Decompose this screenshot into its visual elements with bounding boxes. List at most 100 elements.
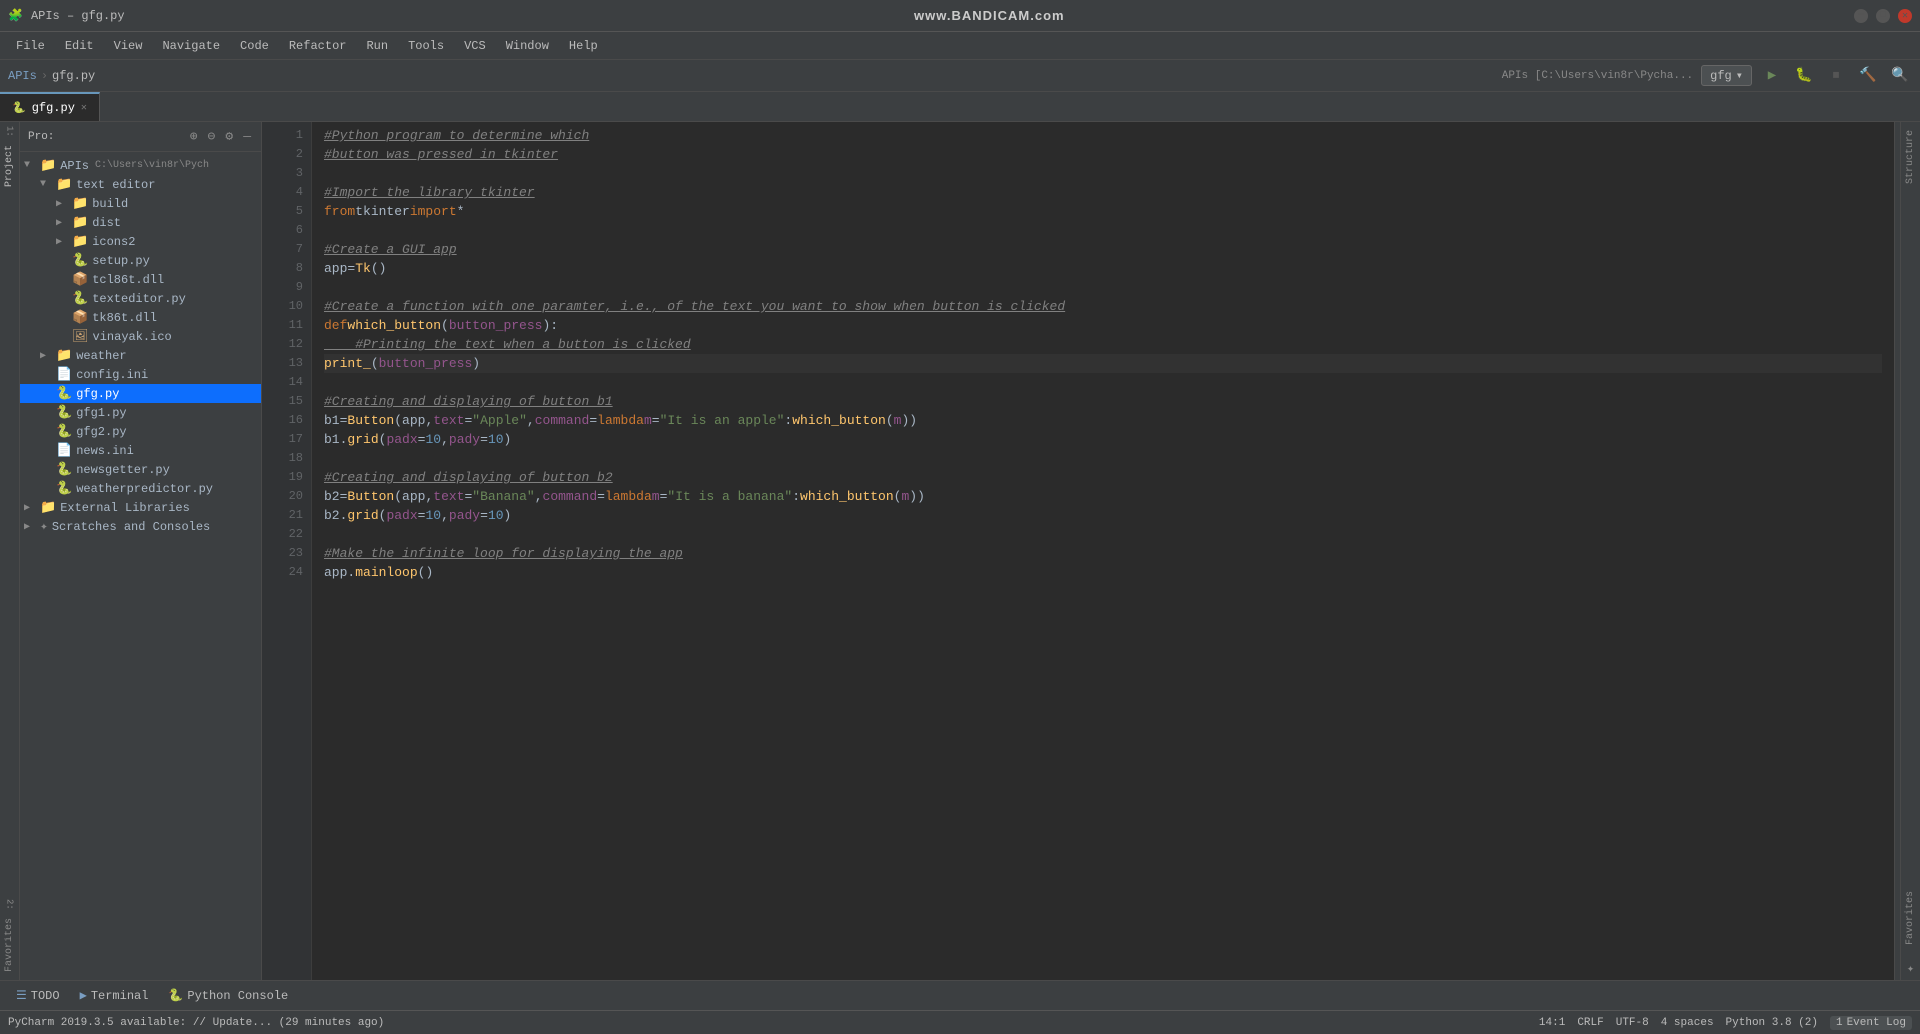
- tree-item-newsgetter-py[interactable]: 🐍newsgetter.py: [20, 460, 261, 479]
- tree-item-gfg-py[interactable]: 🐍gfg.py: [20, 384, 261, 403]
- tree-item-gfg2-py[interactable]: 🐍gfg2.py: [20, 422, 261, 441]
- tree-arrow[interactable]: ▶: [24, 502, 36, 514]
- tree-item-external-libraries[interactable]: ▶📁External Libraries: [20, 498, 261, 517]
- run-config[interactable]: gfg ▾: [1701, 65, 1752, 86]
- tree-file-icon: 📁: [56, 177, 72, 192]
- tree-item-gfg1-py[interactable]: 🐍gfg1.py: [20, 403, 261, 422]
- code-line: b2.grid(padx=10, pady=10): [324, 506, 1882, 525]
- menu-item-window[interactable]: Window: [498, 37, 557, 55]
- maximize-button[interactable]: □: [1876, 9, 1890, 23]
- favorites-tab-num: 2:: [5, 899, 15, 910]
- tree-arrow[interactable]: ▶: [24, 521, 36, 533]
- todo-icon: ☰: [16, 988, 27, 1003]
- menu-item-edit[interactable]: Edit: [57, 37, 102, 55]
- menu-item-tools[interactable]: Tools: [400, 37, 452, 55]
- app-icon: 🧩: [8, 8, 23, 23]
- tree-item-label: texteditor.py: [92, 292, 186, 306]
- terminal-label: Terminal: [91, 989, 149, 1003]
- add-icon[interactable]: ✦: [1907, 961, 1914, 980]
- menu-item-file[interactable]: File: [8, 37, 53, 55]
- menu-item-refactor[interactable]: Refactor: [281, 37, 355, 55]
- menu-item-vcs[interactable]: VCS: [456, 37, 494, 55]
- menu-item-view[interactable]: View: [106, 37, 151, 55]
- tree-item-texteditor-py[interactable]: 🐍texteditor.py: [20, 289, 261, 308]
- tree-item-label: build: [92, 197, 128, 211]
- tab-bar: 🐍 gfg.py ✕: [0, 92, 1920, 122]
- breadcrumb-file[interactable]: gfg.py: [52, 69, 95, 83]
- tree-item-tk86t-dll[interactable]: 📦tk86t.dll: [20, 308, 261, 327]
- line-number: 10: [266, 297, 303, 316]
- stop-button[interactable]: ⏹: [1824, 64, 1848, 88]
- tree-item-vinayak-ico[interactable]: 🖼vinayak.ico: [20, 327, 261, 346]
- tree-arrow[interactable]: ▼: [40, 179, 52, 190]
- tree-file-icon: 📄: [56, 443, 72, 458]
- window-controls: ─ □ ✕: [1854, 9, 1912, 23]
- project-tab-num: 1:: [5, 122, 15, 137]
- structure-tab[interactable]: Structure: [1903, 122, 1918, 192]
- menu-item-help[interactable]: Help: [561, 37, 606, 55]
- event-num: 1: [1836, 1017, 1843, 1029]
- breadcrumb-apis[interactable]: APIs: [8, 69, 37, 83]
- tree-item-icons2[interactable]: ▶📁icons2: [20, 232, 261, 251]
- todo-label: TODO: [31, 989, 60, 1003]
- python-console-tab[interactable]: 🐍 Python Console: [160, 986, 296, 1005]
- tree-file-icon: 📁: [72, 234, 88, 249]
- tree-item-setup-py[interactable]: 🐍setup.py: [20, 251, 261, 270]
- close-button[interactable]: ✕: [1898, 9, 1912, 23]
- code-line: from tkinter import *: [324, 202, 1882, 221]
- tree-item-config-ini[interactable]: 📄config.ini: [20, 365, 261, 384]
- minimize-button[interactable]: ─: [1854, 9, 1868, 23]
- sidebar-settings-icon[interactable]: ⚙: [223, 127, 235, 146]
- tree-arrow[interactable]: ▶: [56, 198, 68, 210]
- build-button[interactable]: 🔨: [1856, 64, 1880, 88]
- tree-item-label: config.ini: [76, 368, 148, 382]
- tree-item-tcl86t-dll[interactable]: 📦tcl86t.dll: [20, 270, 261, 289]
- line-number: 20: [266, 487, 303, 506]
- sidebar-title: Pro:: [28, 131, 182, 143]
- code-line: #Creating and displaying of button b1: [324, 392, 1882, 411]
- code-content[interactable]: #Python_program to determine which#butto…: [312, 122, 1894, 980]
- sidebar-collapse-icon[interactable]: ⊖: [206, 127, 218, 146]
- menu-item-code[interactable]: Code: [232, 37, 277, 55]
- code-line: #Make the infinite loop for displaying t…: [324, 544, 1882, 563]
- menu-item-navigate[interactable]: Navigate: [154, 37, 228, 55]
- favorites-side-tab[interactable]: Favorites: [1903, 883, 1918, 953]
- tree-arrow[interactable]: ▶: [56, 236, 68, 248]
- event-log-button[interactable]: 1 Event Log: [1830, 1016, 1912, 1030]
- line-number: 13: [266, 354, 303, 373]
- code-line: [324, 221, 1882, 240]
- tab-gfg-py[interactable]: 🐍 gfg.py ✕: [0, 92, 100, 121]
- tree-arrow[interactable]: ▼: [24, 160, 36, 171]
- sidebar-sync-icon[interactable]: ⊕: [188, 127, 200, 146]
- encoding: UTF-8: [1616, 1017, 1649, 1029]
- favorites-tab[interactable]: Favorites: [1, 910, 18, 980]
- sidebar-minimize-icon[interactable]: —: [241, 127, 253, 146]
- tree-arrow[interactable]: ▶: [56, 217, 68, 229]
- run-button[interactable]: ▶: [1760, 64, 1784, 88]
- path-label: APIs [C:\Users\vin8r\Pycha...: [1502, 70, 1693, 82]
- debug-button[interactable]: 🐛: [1792, 64, 1816, 88]
- run-config-dropdown-icon[interactable]: ▾: [1736, 68, 1743, 83]
- line-number: 1: [266, 126, 303, 145]
- tree-item-weatherpredictor-py[interactable]: 🐍weatherpredictor.py: [20, 479, 261, 498]
- tab-close-button[interactable]: ✕: [81, 102, 87, 114]
- project-tab[interactable]: Project: [1, 137, 18, 195]
- tree-item-dist[interactable]: ▶📁dist: [20, 213, 261, 232]
- line-number: 12: [266, 335, 303, 354]
- menu-item-run[interactable]: Run: [358, 37, 396, 55]
- tree-item-weather[interactable]: ▶📁weather: [20, 346, 261, 365]
- status-bar: PyCharm 2019.3.5 available: // Update...…: [0, 1010, 1920, 1034]
- terminal-tab[interactable]: ▶ Terminal: [72, 986, 157, 1005]
- tree-item-label: External Libraries: [60, 501, 190, 515]
- code-line: [324, 373, 1882, 392]
- tree-item-apis[interactable]: ▼📁APIsC:\Users\vin8r\Pych: [20, 156, 261, 175]
- line-ending: CRLF: [1577, 1017, 1603, 1029]
- code-editor[interactable]: 123456789101112131415161718192021222324 …: [262, 122, 1894, 980]
- tree-item-news-ini[interactable]: 📄news.ini: [20, 441, 261, 460]
- tree-item-text-editor[interactable]: ▼📁text editor: [20, 175, 261, 194]
- tree-item-build[interactable]: ▶📁build: [20, 194, 261, 213]
- tree-arrow[interactable]: ▶: [40, 350, 52, 362]
- tree-item-scratches-and-consoles[interactable]: ▶✦Scratches and Consoles: [20, 517, 261, 536]
- search-button[interactable]: 🔍: [1888, 64, 1912, 88]
- todo-tab[interactable]: ☰ TODO: [8, 986, 68, 1005]
